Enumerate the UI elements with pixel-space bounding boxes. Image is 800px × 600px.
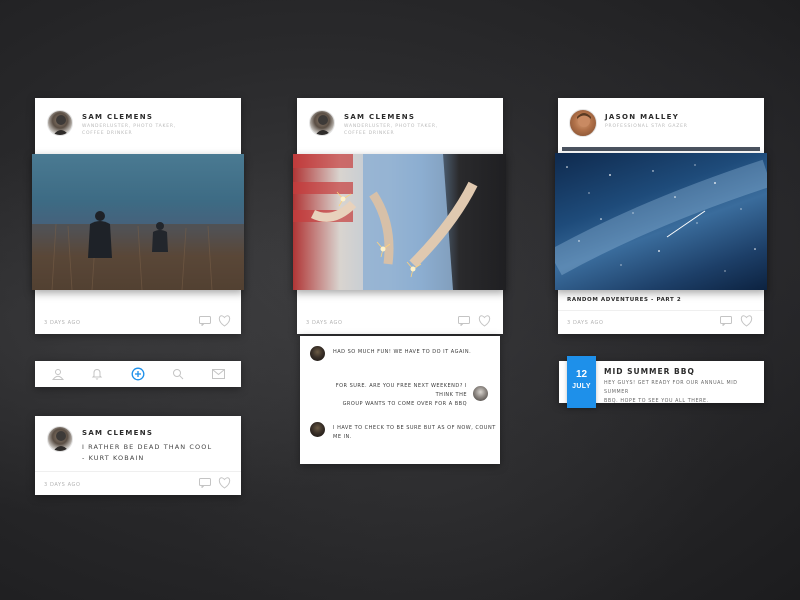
chat-message-line: FOR SURE. ARE YOU FREE NEXT WEEKEND? I T… [335,383,467,398]
chat-card: HAD SO MUCH FUN! WE HAVE TO DO IT AGAIN.… [300,336,500,464]
author-name[interactable]: SAM CLEMENS [82,429,153,437]
chat-message-line: GROUP WANTS TO COME OVER FOR A BBQ [342,401,467,407]
post-date: 3 DAYS AGO [44,320,81,326]
divider [35,471,241,472]
event-description-line: BBQ. HOPE TO SEE YOU ALL THERE. [604,399,709,404]
author-avatar[interactable] [47,426,73,452]
event-description-line: HEY GUYS! GET READY FOR OUR ANNUAL MID S… [604,381,738,395]
divider [558,310,764,311]
bio-line: WANDERLUSTER, PHOTO TAKER, [82,124,177,129]
event-body: MID SUMMER BBQ HEY GUYS! GET READY FOR O… [604,367,764,406]
heart-icon[interactable] [740,315,753,327]
chat-message: I HAVE TO CHECK TO BE SURE BUT AS OF NOW… [333,425,496,440]
bio-line: COFFEE DRINKER [344,131,395,136]
author-name[interactable]: SAM CLEMENS [82,113,153,121]
post-photo-milky-way[interactable] [555,153,767,290]
quote-text: I RATHER BE DEAD THAN COOL - KURT KOBAIN [82,442,212,464]
add-icon[interactable] [131,367,145,381]
post-date: 3 DAYS AGO [306,320,343,326]
heart-icon[interactable] [478,315,491,327]
event-title: MID SUMMER BBQ [604,367,695,376]
chat-avatar [310,422,325,437]
bell-icon[interactable] [91,368,103,380]
post-photo-stack-behind [562,147,760,151]
comment-icon[interactable] [199,316,211,326]
chat-message: HAD SO MUCH FUN! WE HAVE TO DO IT AGAIN. [333,349,472,355]
chat-message: FOR SURE. ARE YOU FREE NEXT WEEKEND? I T… [324,382,467,409]
search-icon[interactable] [172,368,184,380]
comment-icon[interactable] [199,478,211,488]
author-name[interactable]: SAM CLEMENS [344,113,415,121]
chat-avatar [473,386,488,401]
event-month: JULY [572,383,591,390]
comment-icon[interactable] [458,316,470,326]
quote-post-card[interactable]: SAM CLEMENS I RATHER BE DEAD THAN COOL -… [35,416,241,495]
author-bio: WANDERLUSTER, PHOTO TAKER, COFFEE DRINKE… [344,123,438,137]
bio-line: PROFESSIONAL STAR GAZER [605,124,688,129]
mail-icon[interactable] [212,369,225,379]
bio-line: WANDERLUSTER, PHOTO TAKER, [344,124,439,129]
author-avatar[interactable] [47,110,73,136]
heart-icon[interactable] [218,315,231,327]
author-name[interactable]: JASON MALLEY [605,113,679,121]
event-day: 12 [575,369,588,380]
bottom-nav-bar [35,361,241,387]
author-bio: PROFESSIONAL STAR GAZER [605,123,688,130]
post-photo-foggy-field[interactable] [32,154,244,290]
event-date-badge: 12 JULY [567,356,596,408]
heart-icon[interactable] [218,477,231,489]
post-date: 3 DAYS AGO [567,320,604,326]
post-photo-sparklers[interactable] [293,154,506,290]
author-avatar[interactable] [309,110,335,136]
comment-icon[interactable] [720,316,732,326]
author-bio: WANDERLUSTER, PHOTO TAKER, COFFEE DRINKE… [82,123,176,137]
bio-line: COFFEE DRINKER [82,131,133,136]
user-icon[interactable] [52,368,64,380]
post-date: 3 DAYS AGO [44,482,81,488]
quote-line: - KURT KOBAIN [82,454,145,462]
author-avatar[interactable] [569,109,597,137]
post-caption: RANDOM ADVENTURES - PART 2 [567,297,682,303]
chat-avatar [310,346,325,361]
quote-line: I RATHER BE DEAD THAN COOL [82,443,213,451]
event-description: HEY GUYS! GET READY FOR OUR ANNUAL MID S… [604,379,764,406]
